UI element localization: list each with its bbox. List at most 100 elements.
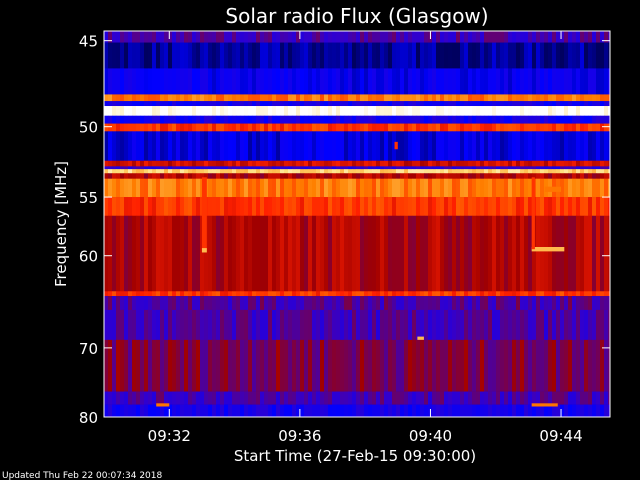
heat-cell — [272, 215, 277, 292]
heat-cell — [136, 178, 141, 198]
heat-cell — [352, 166, 357, 170]
heat-cell — [316, 123, 321, 132]
heat-cell — [480, 173, 485, 179]
heat-cell — [188, 94, 193, 102]
heat-cell — [360, 169, 365, 174]
heat-cell — [484, 291, 489, 297]
heat-cell — [484, 178, 489, 198]
heat-cell — [188, 309, 193, 341]
heat-cell — [220, 101, 225, 107]
heat-cell — [164, 166, 169, 170]
heat-cell — [580, 160, 585, 167]
heat-cell — [144, 166, 149, 170]
heat-cell — [112, 215, 117, 292]
heat-cell — [140, 31, 145, 43]
heat-cell — [452, 94, 457, 102]
heat-cell — [304, 197, 309, 217]
heat-cell — [356, 68, 361, 95]
heat-cell — [508, 94, 513, 102]
heat-cell — [596, 339, 601, 392]
heat-cell — [200, 42, 205, 69]
heat-cell — [348, 106, 353, 116]
heat-cell — [244, 166, 249, 170]
heat-cell — [596, 160, 601, 167]
heat-cell — [164, 160, 169, 167]
heat-cell — [408, 404, 413, 417]
heat-cell — [176, 123, 181, 132]
heat-cell — [564, 106, 569, 116]
heat-cell — [508, 215, 513, 292]
heat-cell — [216, 31, 221, 43]
heat-cell — [384, 94, 389, 102]
heat-cell — [556, 173, 561, 179]
heat-cell — [112, 68, 117, 95]
heat-cell — [448, 94, 453, 102]
heat-cell — [268, 94, 273, 102]
heat-cell — [204, 404, 209, 417]
heat-cell — [152, 309, 157, 341]
heat-cell — [460, 339, 465, 392]
heat-cell — [268, 215, 273, 292]
heat-cell — [228, 68, 233, 95]
heat-cell — [520, 166, 525, 170]
heat-cell — [456, 166, 461, 170]
y-tick-label: 80 — [79, 409, 98, 427]
heat-cell — [176, 339, 181, 392]
burst-event — [201, 177, 207, 251]
heat-cell — [444, 94, 449, 102]
heat-cell — [288, 296, 293, 311]
heat-cell — [448, 169, 453, 174]
heat-cell — [452, 339, 457, 392]
heat-cell — [476, 131, 481, 162]
heat-cell — [392, 178, 397, 198]
heat-cell — [156, 42, 161, 69]
heat-cell — [104, 173, 109, 179]
burst-event — [531, 403, 558, 407]
heat-cell — [496, 131, 501, 162]
x-tick-label: 09:40 — [409, 427, 452, 445]
heat-cell — [568, 178, 573, 198]
heat-cell — [328, 166, 333, 170]
heat-cell — [548, 169, 553, 174]
heat-cell — [176, 115, 181, 124]
heat-cell — [160, 115, 165, 124]
heat-cell — [160, 123, 165, 132]
heat-cell — [232, 309, 237, 341]
heat-cell — [508, 173, 513, 179]
heat-cell — [128, 166, 133, 170]
heat-cell — [172, 391, 177, 405]
heat-cell — [128, 339, 133, 392]
heat-cell — [564, 123, 569, 132]
heat-cell — [316, 160, 321, 167]
heat-cell — [196, 291, 201, 297]
heat-cell — [248, 178, 253, 198]
heat-cell — [524, 68, 529, 95]
heat-cell — [496, 173, 501, 179]
heat-cell — [268, 173, 273, 179]
heat-cell — [108, 42, 113, 69]
heat-cell — [400, 31, 405, 43]
heat-cell — [296, 115, 301, 124]
heat-cell — [512, 173, 517, 179]
heat-cell — [588, 296, 593, 311]
heat-cell — [196, 339, 201, 392]
heat-cell — [552, 31, 557, 43]
heat-cell — [336, 115, 341, 124]
heat-cell — [108, 169, 113, 174]
heat-cell — [520, 101, 525, 107]
heat-cell — [124, 215, 129, 292]
heat-cell — [416, 173, 421, 179]
heat-cell — [580, 166, 585, 170]
heat-cell — [408, 391, 413, 405]
heat-cell — [352, 169, 357, 174]
heat-cell — [268, 309, 273, 341]
heat-cell — [316, 309, 321, 341]
heat-cell — [448, 166, 453, 170]
heat-cell — [208, 169, 213, 174]
heat-cell — [360, 197, 365, 217]
heat-cell — [132, 296, 137, 311]
heat-cell — [236, 68, 241, 95]
heat-cell — [380, 197, 385, 217]
heat-cell — [516, 68, 521, 95]
heat-cell — [272, 166, 277, 170]
